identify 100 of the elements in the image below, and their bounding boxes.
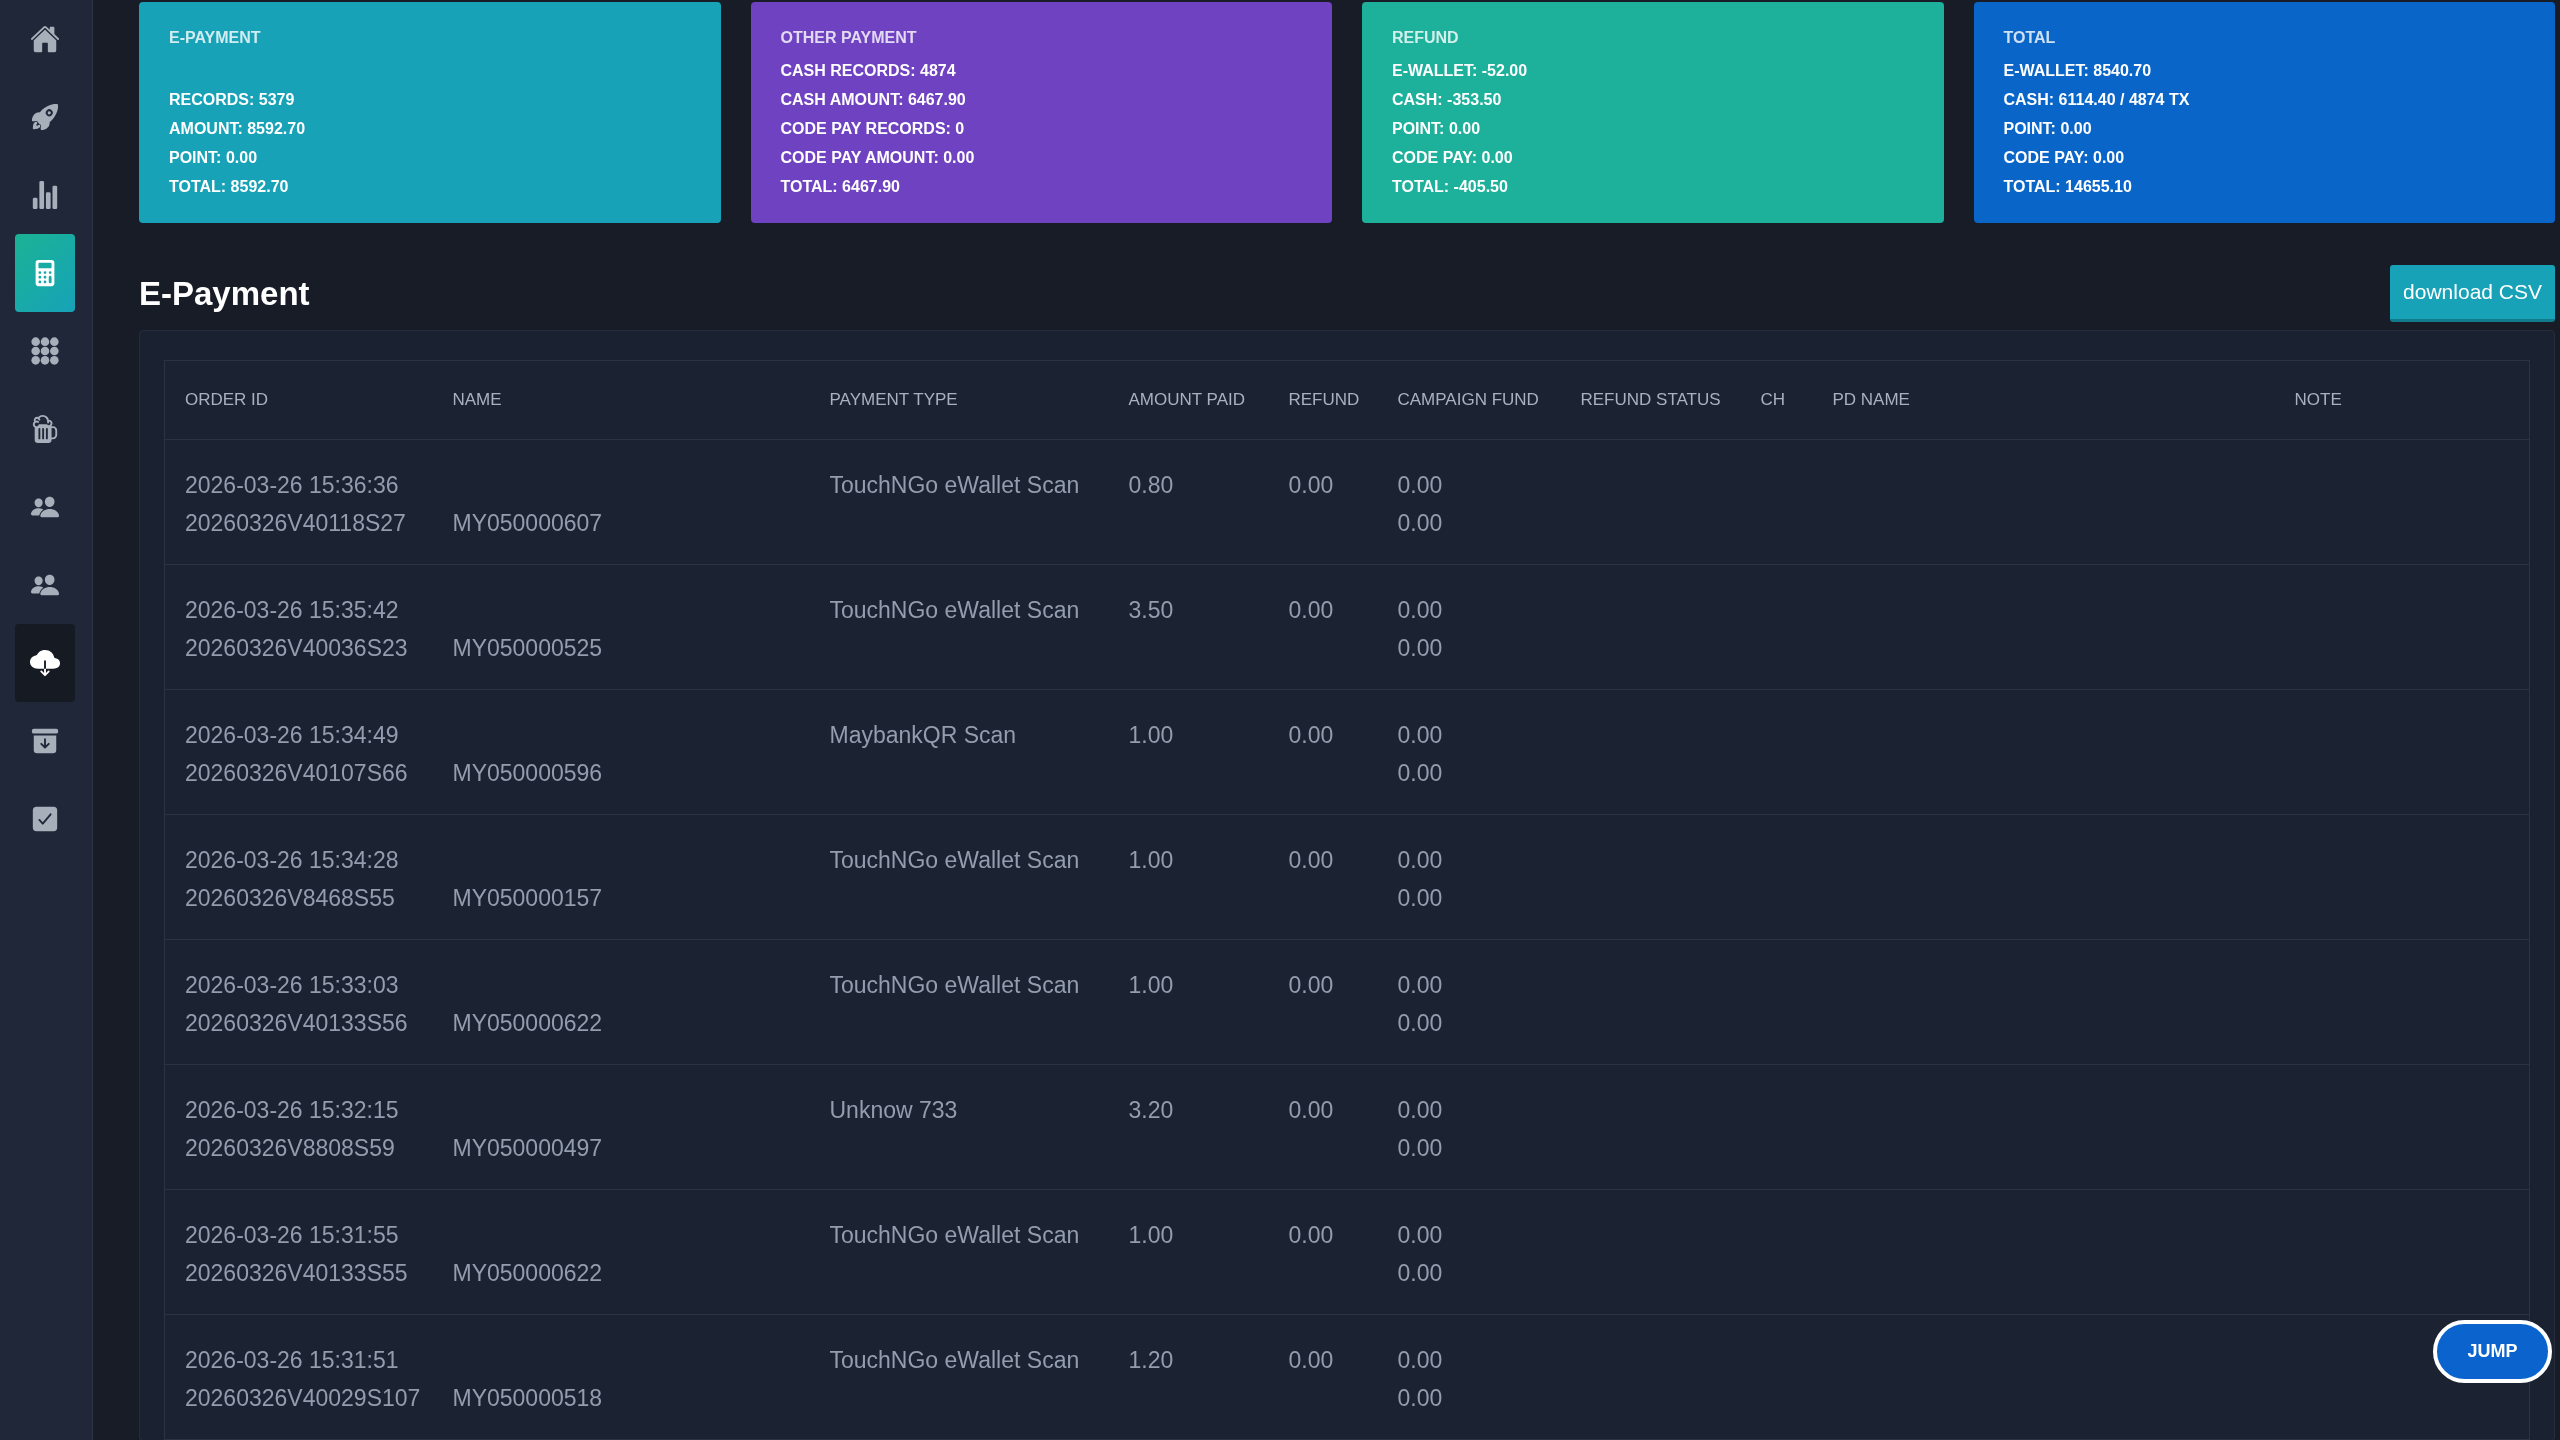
stat-text: TOTAL: 14655.10: [2003, 177, 2132, 197]
table-cell-text: MY050000596: [452, 759, 603, 788]
table-cell-text: 0.00: [1397, 1134, 1443, 1163]
stat-text: POINT: 0.00: [2003, 119, 2092, 139]
table-cell-text: 20260326V8468S55: [185, 884, 395, 913]
table-cell-text: MY050000607: [452, 509, 603, 538]
stat-text: CODE PAY RECORDS: 0: [780, 119, 965, 139]
stat-text: CODE PAY: 0.00: [1392, 148, 1513, 168]
table-cell-text: 1.20: [1128, 1346, 1174, 1375]
table-cell-text: 0.00: [1397, 884, 1443, 913]
table-cell-text: 1.00: [1128, 721, 1174, 750]
table-cell-text: 20260326V8808S59: [185, 1134, 395, 1163]
stat-text: CASH RECORDS: 4874: [780, 61, 956, 81]
table-cell-text: 20260326V40133S55: [185, 1259, 408, 1288]
table-cell-text: 3.50: [1128, 596, 1174, 625]
rocket-icon: [30, 102, 60, 132]
table-cell-text: TouchNGo eWallet Scan: [829, 971, 1080, 1000]
stat-text: RECORDS: 5379: [169, 90, 295, 110]
table-cell-text: 0.00: [1397, 1221, 1443, 1250]
table-cell-text: 20260326V40029S107: [185, 1384, 421, 1413]
mug-icon: [30, 414, 60, 444]
column-header: PD NAME: [1832, 390, 1910, 410]
stat-text: CODE PAY: 0.00: [2003, 148, 2125, 168]
column-header: AMOUNT PAID: [1128, 390, 1245, 410]
table-cell-text: MY050000525: [452, 634, 603, 663]
table-cell-text: MY050000518: [452, 1384, 603, 1413]
table-cell-text: TouchNGo eWallet Scan: [829, 596, 1080, 625]
table-cell-text: 0.00: [1397, 846, 1443, 875]
table-cell-text: 0.00: [1397, 721, 1443, 750]
table-cell-text: 1.00: [1128, 1221, 1174, 1250]
stat-text: AMOUNT: 8592.70: [169, 119, 306, 139]
stat-text: TOTAL: 8592.70: [169, 177, 289, 197]
card-title: E-PAYMENT: [169, 28, 261, 48]
table-cell-text: 2026-03-26 15:31:55: [185, 1221, 399, 1250]
table-cell-text: 0.00: [1397, 1346, 1443, 1375]
stat-text: POINT: 0.00: [169, 148, 258, 168]
stat-text: TOTAL: 6467.90: [780, 177, 900, 197]
table-cell-text: 2026-03-26 15:35:42: [185, 596, 399, 625]
column-header: NAME: [452, 390, 502, 410]
table-cell-text: 0.00: [1397, 471, 1443, 500]
stat-text: TOTAL: -405.50: [1392, 177, 1508, 197]
table-cell-text: TouchNGo eWallet Scan: [829, 1221, 1080, 1250]
table-cell-text: 0.00: [1397, 596, 1443, 625]
table-cell-text: 0.00: [1288, 596, 1334, 625]
table-cell-text: 20260326V40133S56: [185, 1009, 408, 1038]
dot-grid-icon: [31, 337, 59, 365]
table-cell-text: MY050000157: [452, 884, 603, 913]
column-header: PAYMENT TYPE: [829, 390, 958, 410]
card-title: TOTAL: [2003, 28, 2056, 48]
checkbox-icon: [30, 804, 60, 834]
table-cell-text: TouchNGo eWallet Scan: [829, 846, 1080, 875]
table-cell-text: 0.00: [1397, 971, 1443, 1000]
sidebar-item[interactable]: [15, 624, 75, 702]
table-cell-text: Unknow 733: [829, 1096, 958, 1125]
column-header: CAMPAIGN FUND: [1397, 390, 1539, 410]
table-cell-text: 0.00: [1288, 1096, 1334, 1125]
table-cell-text: 20260326V40036S23: [185, 634, 408, 663]
cloud-download-icon: [30, 648, 60, 678]
table-cell-text: 0.00: [1288, 471, 1334, 500]
home-icon: [30, 24, 60, 54]
table-cell-text: 0.00: [1288, 721, 1334, 750]
card-title: OTHER PAYMENT: [780, 28, 917, 48]
stat-text: CASH: 6114.40 / 4874 TX: [2003, 90, 2190, 110]
table-cell-text: 0.00: [1397, 759, 1443, 788]
table-cell-text: 0.00: [1397, 1096, 1443, 1125]
table-cell-text: MY050000497: [452, 1134, 603, 1163]
table-cell-text: 0.00: [1397, 1009, 1443, 1038]
stat-text: CASH: -353.50: [1392, 90, 1502, 110]
table-cell-text: 2026-03-26 15:32:15: [185, 1096, 399, 1125]
table-cell-text: 0.00: [1397, 634, 1443, 663]
column-header: REFUND STATUS: [1580, 390, 1721, 410]
section-title: E-Payment: [139, 274, 310, 313]
stat-text: CASH AMOUNT: 6467.90: [780, 90, 966, 110]
table-cell-text: 1.00: [1128, 971, 1174, 1000]
archive-icon: [30, 726, 60, 756]
column-header: CH: [1760, 390, 1786, 410]
table-cell-text: 0.00: [1288, 1346, 1334, 1375]
column-header: NOTE: [2294, 390, 2342, 410]
table-cell-text: 20260326V40118S27: [185, 509, 406, 538]
table-cell-text: 0.00: [1397, 509, 1443, 538]
table-cell-text: TouchNGo eWallet Scan: [829, 1346, 1080, 1375]
table-cell-text: 2026-03-26 15:34:28: [185, 846, 399, 875]
table-cell-text: MY050000622: [452, 1259, 603, 1288]
table-cell-text: 2026-03-26 15:36:36: [185, 471, 399, 500]
table-cell-text: 0.00: [1288, 1221, 1334, 1250]
table-cell-text: 1.00: [1128, 846, 1174, 875]
table-cell-text: 0.00: [1288, 846, 1334, 875]
table-cell-text: 3.20: [1128, 1096, 1174, 1125]
stat-text: POINT: 0.00: [1392, 119, 1481, 139]
bar-chart-icon: [30, 180, 60, 210]
table-cell-text: TouchNGo eWallet Scan: [829, 471, 1080, 500]
download-button[interactable]: download CSV: [2390, 265, 2555, 322]
column-header: ORDER ID: [185, 390, 269, 410]
table-cell-text: MY050000622: [452, 1009, 603, 1038]
table-cell-text: 0.00: [1397, 1259, 1443, 1288]
stat-text: CODE PAY AMOUNT: 0.00: [780, 148, 975, 168]
table-cell-text: 0.80: [1128, 471, 1174, 500]
table-cell-text: 0.00: [1397, 1384, 1443, 1413]
stat-text: E-WALLET: -52.00: [1392, 61, 1528, 81]
table-cell-text: 2026-03-26 15:34:49: [185, 721, 399, 750]
